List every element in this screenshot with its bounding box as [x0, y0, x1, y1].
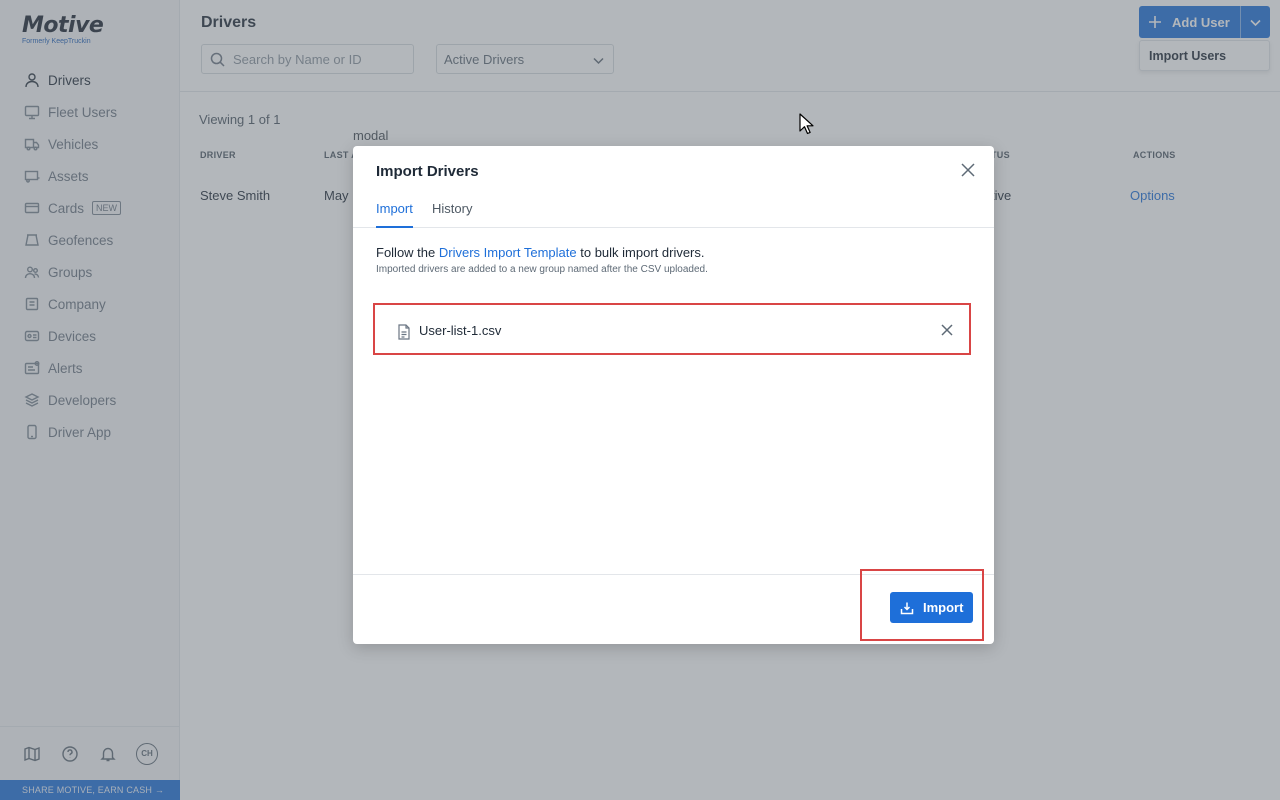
- instruction-prefix: Follow the: [376, 245, 439, 260]
- import-sub-instructions: Imported drivers are added to a new grou…: [376, 264, 708, 275]
- import-icon: [900, 602, 914, 614]
- import-button[interactable]: Import: [890, 592, 973, 623]
- close-icon: [961, 163, 975, 177]
- remove-file-button[interactable]: [941, 324, 955, 338]
- uploaded-file-highlight: User-list-1.csv: [373, 303, 971, 355]
- import-drivers-modal: Import Drivers Import History Follow the…: [353, 146, 994, 644]
- close-icon: [941, 324, 953, 336]
- mouse-cursor-icon: [799, 113, 814, 135]
- modal-tabs: Import History: [353, 201, 994, 228]
- template-link[interactable]: Drivers Import Template: [439, 245, 577, 260]
- file-icon: [397, 324, 411, 340]
- file-name: User-list-1.csv: [419, 323, 502, 338]
- instruction-suffix: to bulk import drivers.: [576, 245, 705, 260]
- overlay-label: modal: [353, 128, 389, 143]
- tab-history[interactable]: History: [432, 201, 472, 228]
- import-instructions: Follow the Drivers Import Template to bu…: [376, 245, 705, 260]
- import-button-label: Import: [923, 600, 964, 615]
- modal-title: Import Drivers: [376, 163, 479, 180]
- tab-import[interactable]: Import: [376, 201, 413, 228]
- close-button[interactable]: [959, 161, 977, 179]
